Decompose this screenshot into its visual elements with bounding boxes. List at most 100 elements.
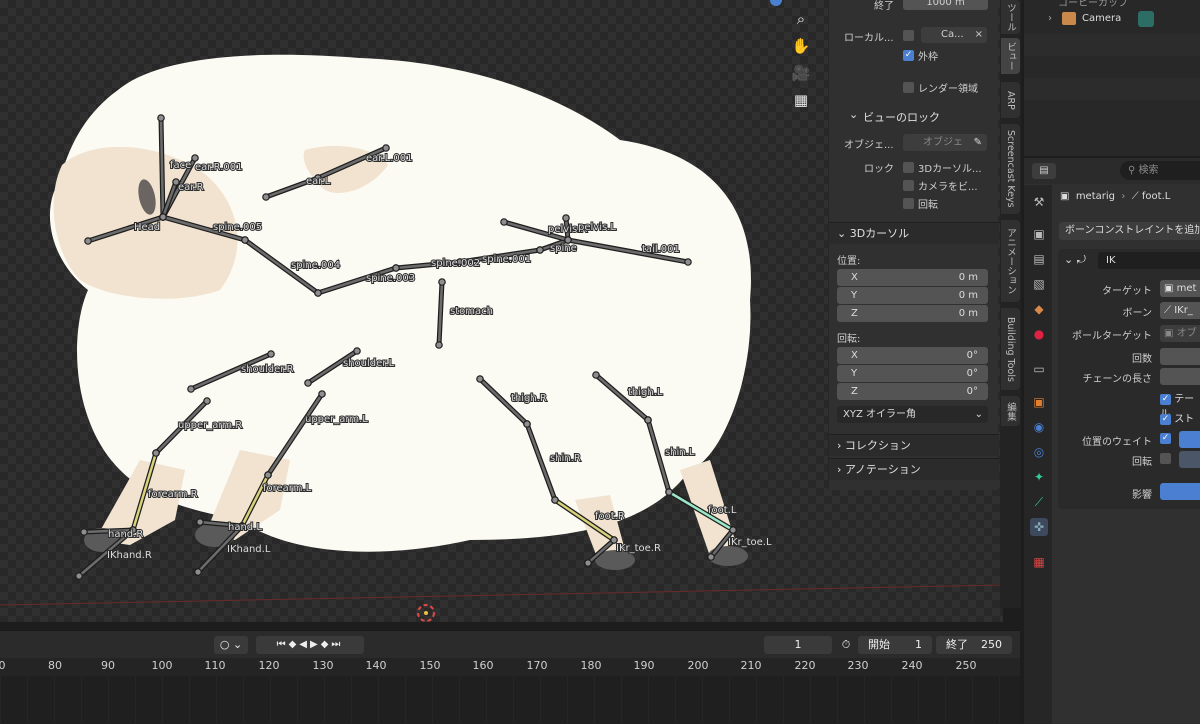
bone-icon[interactable]: ⟋ [1030, 493, 1048, 511]
start-frame-field[interactable]: 開始 1 [858, 636, 932, 654]
location-y-field[interactable]: Y 0 m [837, 287, 988, 304]
playback-controls[interactable]: ⏮◆◀▶◆⏭ [256, 636, 364, 654]
stopwatch-icon[interactable]: ⏱ [838, 636, 854, 654]
bone-joint[interactable] [592, 371, 600, 379]
bone-joint[interactable] [318, 390, 326, 398]
play-reverse-icon[interactable]: ◀ [299, 639, 310, 650]
stretch-checkbox[interactable]: ✓ [1160, 413, 1171, 425]
pole-target-field[interactable]: ▣ オブ [1160, 325, 1200, 342]
3d-cursor-section[interactable]: ⌄ 3Dカーソル [829, 222, 999, 244]
bone-joint[interactable] [392, 264, 400, 272]
bone-joint[interactable] [584, 559, 592, 567]
prev-key-icon[interactable]: ◆ [289, 639, 300, 650]
collection-section[interactable]: › コレクション [829, 434, 999, 456]
location-z-field[interactable]: Z 0 m [837, 305, 988, 322]
object-icon[interactable]: ▣ [1030, 393, 1048, 411]
bone-joint[interactable] [438, 278, 446, 286]
render-region-checkbox[interactable] [903, 82, 914, 93]
bone-field[interactable]: ⟋ IKr_ [1160, 302, 1200, 319]
end-frame-field[interactable]: 終了 250 [936, 636, 1012, 654]
rotation-z-field[interactable]: Z 0° [837, 383, 988, 400]
bone-joint[interactable] [665, 488, 673, 496]
tab-building-tools[interactable]: Building Tools [1001, 308, 1020, 390]
bone-joint[interactable] [203, 397, 211, 405]
camera-icon[interactable]: 🎥 [790, 62, 812, 84]
eyedropper-icon[interactable]: ✎ [974, 134, 982, 151]
editor-type-icon[interactable]: ▤ [1032, 163, 1056, 179]
tab-edit[interactable]: 編集 [1001, 396, 1020, 426]
bone-joint[interactable] [729, 526, 737, 534]
local-camera-checkbox[interactable] [903, 30, 914, 41]
use-tail-checkbox[interactable]: ✓ [1160, 393, 1171, 405]
bone-joint[interactable] [267, 350, 275, 358]
stretch-option[interactable]: ✓ スト [1160, 410, 1194, 425]
close-icon[interactable]: × [975, 27, 983, 43]
location-x-field[interactable]: X 0 m [837, 269, 988, 286]
bone-joint[interactable] [84, 237, 92, 245]
bone-constraint-icon[interactable]: ✜ [1030, 518, 1048, 536]
physics-icon[interactable]: ◎ [1030, 443, 1048, 461]
view-lock-header[interactable]: ビューのロック [863, 109, 940, 125]
annotation-section[interactable]: › アノテーション [829, 458, 999, 480]
bone-joint[interactable] [551, 496, 559, 504]
tab-animation[interactable]: アニメーション [1001, 220, 1020, 302]
bone-joint[interactable] [159, 213, 167, 221]
rotation-x-field[interactable]: X 0° [837, 347, 988, 364]
outliner-partial-item[interactable]: コーヒーカップ [1058, 0, 1128, 9]
tab-view[interactable]: ビュー [1001, 38, 1020, 74]
clip-end-field[interactable]: 1000 m [903, 0, 988, 10]
bone-joint[interactable] [262, 193, 270, 201]
position-weight-checkbox[interactable]: ✓ [1160, 433, 1171, 444]
bone-joint[interactable] [500, 218, 508, 226]
chevron-down-icon[interactable]: ⌄ [849, 108, 858, 121]
tool-icon[interactable]: ⚒ [1030, 193, 1048, 211]
lock-camera-checkbox[interactable] [903, 180, 914, 191]
tab-screencast-keys[interactable]: Screencast Keys [1001, 124, 1020, 214]
object-field[interactable]: オブジェ ✎ [903, 134, 987, 151]
constraint-name-field[interactable]: IK [1098, 252, 1200, 269]
render-icon[interactable]: ▣ [1030, 225, 1048, 243]
bone-joint[interactable] [241, 236, 249, 244]
bone-joint[interactable] [152, 449, 160, 457]
keying-toggle[interactable]: ○ ⌄ [214, 636, 248, 654]
bone-joint[interactable] [314, 289, 322, 297]
bone-joint[interactable] [157, 114, 165, 122]
current-frame-field[interactable]: 1 [764, 636, 832, 654]
expand-arrow-icon[interactable]: › [1048, 13, 1052, 24]
hand-icon[interactable]: ✋ [790, 35, 812, 57]
view-layer-icon[interactable]: ▧ [1030, 275, 1048, 293]
rotation-y-field[interactable]: Y 0° [837, 365, 988, 382]
bone-joint[interactable] [476, 375, 484, 383]
zoom-icon[interactable]: ⌕ [790, 8, 812, 30]
tab-arp[interactable]: ARP [1001, 82, 1020, 118]
add-constraint-button[interactable]: ボーンコンストレイントを追加 [1059, 222, 1200, 240]
bone-joint[interactable] [80, 528, 88, 536]
texture-icon[interactable]: ▦ [1030, 553, 1048, 571]
rotation-mode-select[interactable]: XYZ オイラー角 ⌄ [837, 406, 988, 423]
rotation-weight-checkbox[interactable] [1160, 453, 1171, 464]
bone-joint[interactable] [707, 553, 715, 561]
collapse-icon[interactable]: ⌄ ⤾ [1064, 253, 1086, 267]
chain-length-field[interactable] [1160, 368, 1200, 385]
bone-joint[interactable] [435, 341, 443, 349]
target-field[interactable]: ▣ met [1160, 280, 1200, 297]
bone-joint[interactable] [75, 572, 83, 580]
lock-rotation-checkbox[interactable] [903, 198, 914, 209]
camera-data-icon[interactable] [1138, 11, 1154, 27]
lock-cursor-checkbox[interactable] [903, 162, 914, 173]
bone-joint[interactable] [194, 568, 202, 576]
bone-joint[interactable] [644, 416, 652, 424]
bone-joint[interactable] [684, 258, 692, 266]
bone-joint[interactable] [536, 246, 544, 254]
bone-joint[interactable] [264, 471, 272, 479]
grid-icon[interactable]: ▦ [790, 89, 812, 111]
bone-joint[interactable] [562, 214, 570, 222]
bone-joint[interactable] [523, 420, 531, 428]
collection-icon[interactable]: ▭ [1030, 360, 1048, 378]
outline-checkbox[interactable]: ✓ [903, 50, 914, 61]
local-camera-field[interactable]: Ca... × [921, 27, 987, 43]
output-icon[interactable]: ▤ [1030, 250, 1048, 268]
bone-joint[interactable] [191, 154, 199, 162]
world-icon[interactable]: ● [1030, 325, 1048, 343]
modifiers-icon[interactable]: ◉ [1030, 418, 1048, 436]
